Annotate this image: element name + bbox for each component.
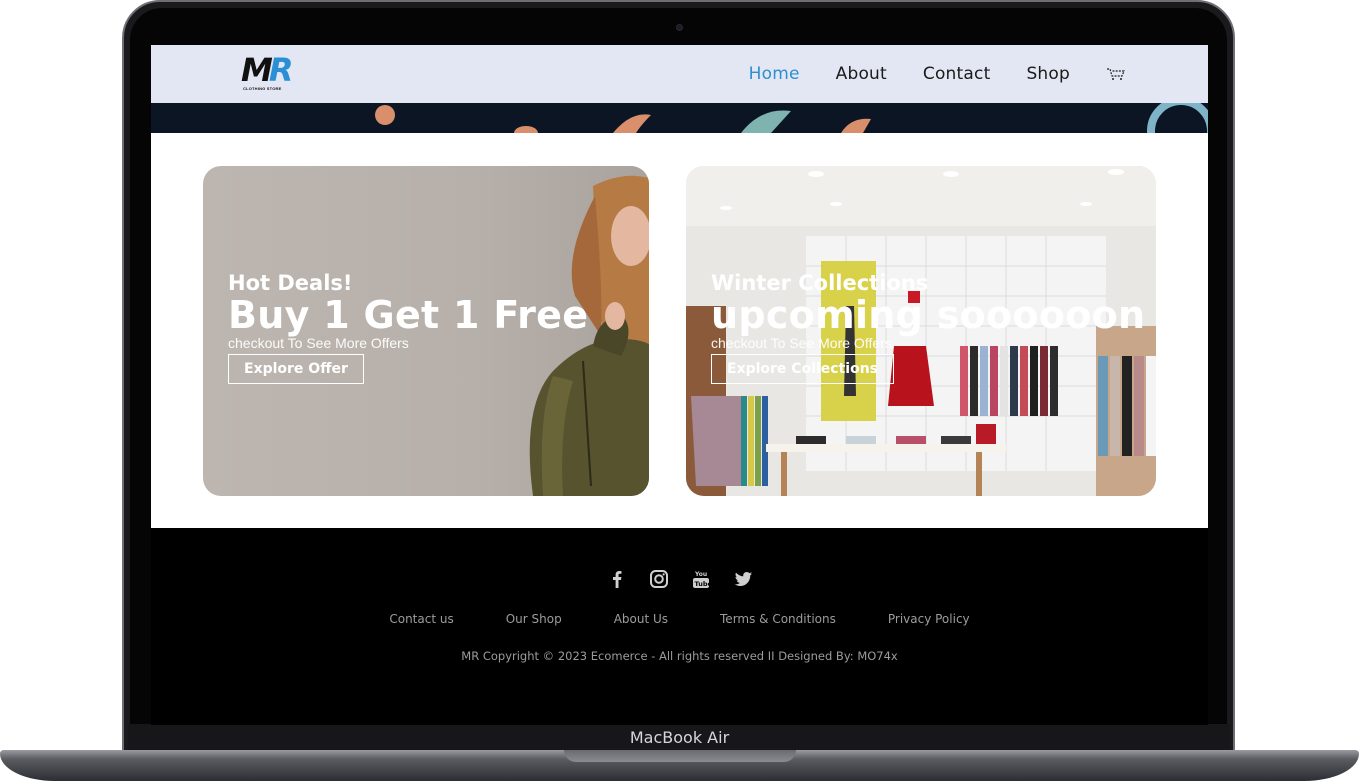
footer-link-shop[interactable]: Our Shop (506, 612, 562, 626)
banner-2-headline: upcoming soooooon (711, 293, 1146, 337)
cart-icon[interactable] (1106, 67, 1126, 81)
svg-text:Tube: Tube (694, 580, 712, 588)
navbar: MR CLOTHING STORE Home About Contact Sho… (151, 45, 1208, 103)
hero-banner-strip (151, 103, 1208, 133)
banner-1-kicker: Hot Deals! (228, 271, 353, 295)
footer-links: Contact us Our Shop About Us Terms & Con… (151, 612, 1208, 626)
promo-banner-winter: Winter Collections upcoming soooooon che… (686, 166, 1156, 496)
banner-2-text: Winter Collections upcoming soooooon che… (711, 271, 1145, 384)
youtube-icon[interactable]: You Tube (690, 568, 712, 590)
explore-collections-button[interactable]: Explore Collections (711, 354, 894, 384)
footer-link-privacy[interactable]: Privacy Policy (888, 612, 970, 626)
laptop-notch (564, 750, 796, 762)
promo-banner-hot-deals: Hot Deals! Buy 1 Get 1 Free checkout To … (203, 166, 649, 496)
site-footer: You Tube Contact us Our Shop About Us Te… (151, 528, 1208, 725)
webcam (676, 24, 683, 31)
device-label: MacBook Air (629, 728, 730, 747)
facebook-icon[interactable] (606, 568, 628, 590)
instagram-icon[interactable] (648, 568, 670, 590)
nav-shop[interactable]: Shop (1026, 64, 1070, 84)
banner-2-kicker: Winter Collections (711, 271, 929, 295)
nav-about[interactable]: About (836, 64, 887, 84)
banner-1-subtext: checkout To See More Offers (228, 335, 409, 351)
twitter-icon[interactable] (732, 568, 754, 590)
main-content: Hot Deals! Buy 1 Get 1 Free checkout To … (151, 133, 1208, 528)
screen: MR CLOTHING STORE Home About Contact Sho… (151, 45, 1208, 725)
site-logo[interactable]: MR CLOTHING STORE (241, 52, 293, 94)
banner-1-text: Hot Deals! Buy 1 Get 1 Free checkout To … (228, 271, 588, 384)
footer-link-contact[interactable]: Contact us (389, 612, 453, 626)
copyright-text: MR Copyright © 2023 Ecomerce - All right… (461, 649, 898, 663)
explore-offer-button[interactable]: Explore Offer (228, 354, 364, 384)
banner-2-subtext: checkout To See More Offers (711, 335, 892, 351)
footer-link-terms[interactable]: Terms & Conditions (720, 612, 836, 626)
svg-text:You: You (694, 571, 707, 578)
hero-decoration (375, 103, 1208, 133)
main-nav: Home About Contact Shop (749, 45, 1126, 103)
footer-link-about[interactable]: About Us (614, 612, 668, 626)
banner-1-headline: Buy 1 Get 1 Free (228, 293, 589, 337)
logo-subtitle: CLOTHING STORE (243, 86, 282, 91)
logo-mark: MR (241, 51, 293, 89)
social-links: You Tube (151, 568, 1208, 590)
nav-home[interactable]: Home (749, 64, 800, 84)
nav-contact[interactable]: Contact (923, 64, 991, 84)
